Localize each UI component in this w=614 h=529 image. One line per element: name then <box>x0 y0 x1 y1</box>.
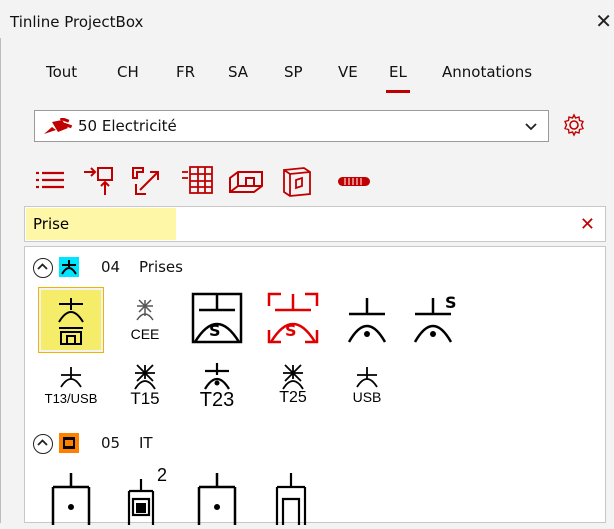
socket-group-icon <box>59 257 79 277</box>
window-border <box>0 38 1 523</box>
symbol-label: T25 <box>279 389 307 406</box>
close-button[interactable]: ✕ <box>595 9 612 33</box>
symbol-label: T15 <box>130 389 160 408</box>
tab-ch[interactable]: CH <box>117 63 139 81</box>
gear-icon[interactable] <box>562 113 586 141</box>
tab-ve[interactable]: VE <box>338 63 358 81</box>
symbol-prise[interactable] <box>38 287 104 353</box>
clear-search-button[interactable]: ✕ <box>580 214 595 235</box>
symbol-it-socket-2[interactable]: 2 <box>113 465 177 529</box>
symbol-socket-dot[interactable] <box>335 288 399 352</box>
symbol-cee[interactable]: CEE <box>113 288 177 352</box>
symbol-t15[interactable]: T15 <box>113 359 177 423</box>
tab-fr[interactable]: FR <box>176 63 195 81</box>
collapse-icon[interactable] <box>33 434 53 454</box>
results-panel: 04 Prises CEE S S S T13/USB T15 T23 T25 … <box>24 246 606 525</box>
grid-icon[interactable] <box>180 164 216 202</box>
symbol-socket-s-red[interactable]: S <box>261 288 325 352</box>
plug-icon <box>42 116 73 140</box>
title-bar: Tinline ProjectBox ✕ <box>0 0 614 38</box>
tab-el[interactable]: EL <box>386 63 410 93</box>
category-select[interactable]: 50 Electricité <box>34 110 549 142</box>
search-input[interactable]: Prise <box>33 215 69 233</box>
svg-text:S: S <box>445 293 457 312</box>
box-icon[interactable] <box>280 164 314 202</box>
category-value: 50 Electricité <box>78 117 177 135</box>
symbol-it-socket[interactable] <box>39 465 103 529</box>
list-icon[interactable] <box>34 164 66 200</box>
tab-tout[interactable]: Tout <box>46 63 77 81</box>
symbol-socket-s-dot[interactable]: S <box>405 288 469 352</box>
group-header-prises: 04 Prises <box>33 255 333 283</box>
tab-sa[interactable]: SA <box>228 63 248 81</box>
scale-arrows-icon[interactable] <box>130 164 164 202</box>
symbol-label: USB <box>352 389 382 405</box>
group-name: IT <box>139 434 153 452</box>
tab-annotations[interactable]: Annotations <box>442 63 532 81</box>
group-name: Prises <box>139 258 183 276</box>
svg-text:S: S <box>209 321 221 340</box>
network-group-icon <box>59 433 79 453</box>
projectbox-window: Tinline ProjectBox ✕ Tout CH FR SA SP VE… <box>0 0 614 525</box>
symbol-it-socket-frame[interactable] <box>261 465 325 529</box>
search-field[interactable]: Prise ✕ <box>24 206 606 242</box>
group-number: 05 <box>101 434 121 452</box>
group-header-it: 05 IT <box>33 431 333 459</box>
cabinet-icon[interactable] <box>228 164 264 202</box>
window-title: Tinline ProjectBox <box>10 13 144 31</box>
group-number: 04 <box>101 258 121 276</box>
tab-sp[interactable]: SP <box>284 63 303 81</box>
symbol-label: CEE <box>130 326 160 342</box>
symbol-socket-s[interactable]: S <box>185 288 249 352</box>
cable-icon[interactable] <box>336 164 372 202</box>
chevron-down-icon <box>524 118 538 137</box>
symbol-t23[interactable]: T23 <box>185 359 249 423</box>
insert-icon[interactable] <box>82 164 116 202</box>
symbol-usb[interactable]: USB <box>335 359 399 423</box>
symbol-t13-usb[interactable]: T13/USB <box>39 359 103 423</box>
collapse-icon[interactable] <box>33 258 53 278</box>
svg-text:S: S <box>285 321 297 340</box>
symbol-label: T23 <box>199 389 235 411</box>
symbol-t25[interactable]: T25 <box>261 359 325 423</box>
symbol-label: 2 <box>156 465 167 485</box>
symbol-label: T13/USB <box>44 391 98 406</box>
symbol-it-socket-dot[interactable] <box>185 465 249 529</box>
